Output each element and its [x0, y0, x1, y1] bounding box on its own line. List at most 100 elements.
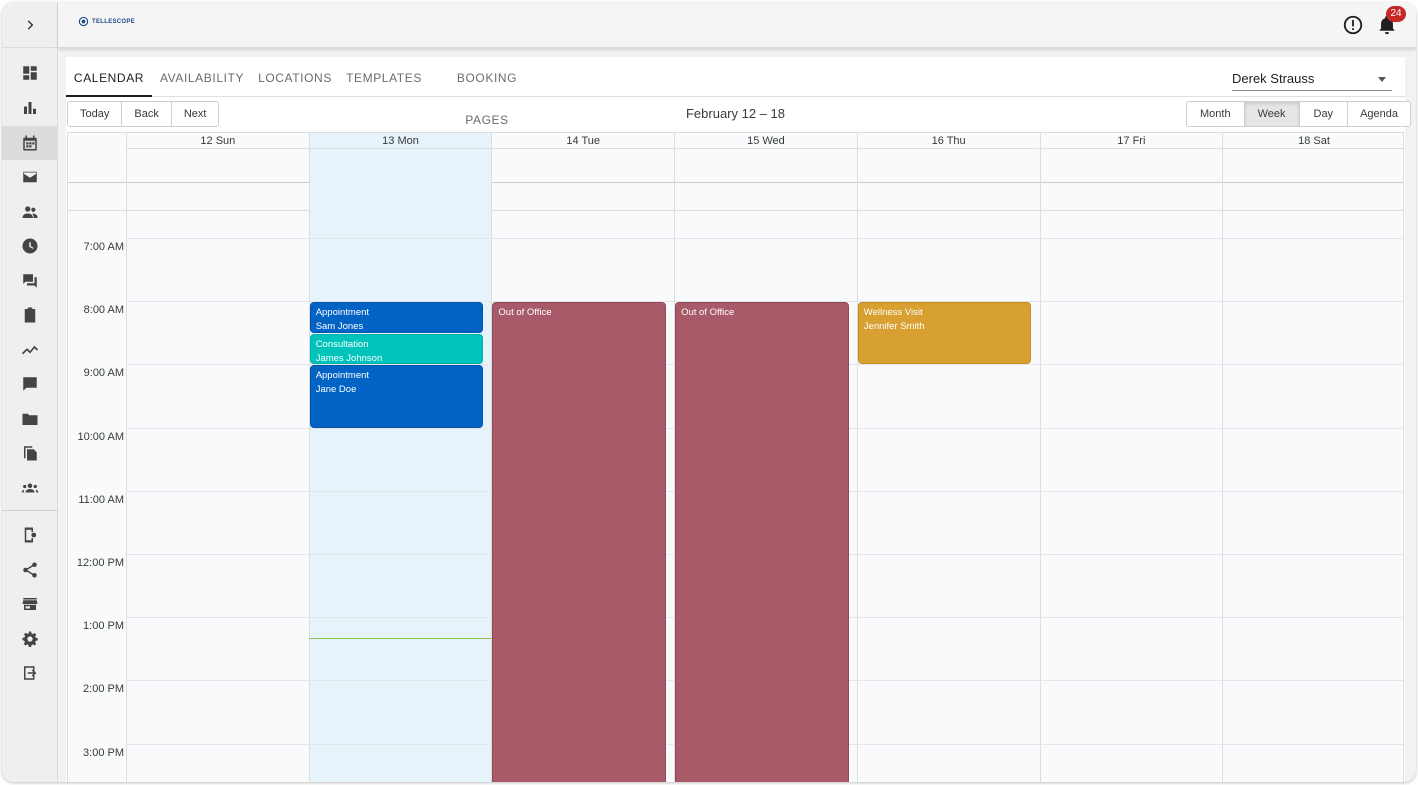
back-button[interactable]: Back — [122, 102, 172, 126]
clipboard-icon — [24, 307, 36, 323]
calendar-event[interactable]: Out of Office — [675, 302, 849, 782]
tab-booking-pages[interactable]: BOOKING PAGES — [434, 57, 540, 127]
time-slot-label: 7:00 AM — [83, 241, 124, 253]
dashboard-icon — [23, 66, 37, 80]
time-slot-label: 11:00 AM — [78, 493, 124, 506]
sidebar-item-teams[interactable] — [2, 471, 58, 505]
sidebar-item-dashboard[interactable] — [2, 56, 58, 90]
clock-icon — [22, 238, 38, 254]
app-settings-icon — [24, 527, 37, 543]
sidebar-item-inbox[interactable] — [2, 160, 58, 194]
day-column-4[interactable] — [856, 183, 1040, 782]
day-column-0[interactable] — [126, 183, 309, 782]
tab-availability[interactable]: AVAILABILITY — [156, 57, 248, 97]
day-column-1[interactable] — [308, 183, 492, 782]
day-header-label: 15 Wed — [675, 133, 857, 149]
sidebar-item-documents[interactable] — [2, 436, 58, 470]
event-title: Wellness Visit — [863, 307, 923, 319]
day-header-label: 16 Thu — [857, 133, 1040, 149]
sidebar-item-analytics[interactable] — [2, 91, 58, 125]
time-slot-label: 10:00 AM — [77, 430, 124, 443]
hour-gridline — [126, 238, 1403, 239]
day-header-2[interactable]: 14 Tue — [491, 133, 675, 183]
tab-bar: CALENDAR AVAILABILITY LOCATIONS TEMPLATE… — [66, 57, 1405, 127]
logout-icon — [24, 666, 37, 680]
month-view-button[interactable]: Month — [1187, 102, 1245, 126]
calendar-event[interactable]: Appointment Sam Jones — [309, 302, 484, 333]
sidebar-item-chats[interactable] — [2, 367, 58, 401]
time-slot-label: 2:00 PM — [83, 683, 124, 696]
view-button-group: Month Week Day Agenda — [1186, 101, 1411, 127]
day-column-6[interactable] — [1222, 183, 1403, 782]
calendar-event[interactable]: Consultation James Johnson — [309, 333, 484, 365]
day-header-4[interactable]: 16 Thu — [856, 133, 1040, 183]
calendar-toolbar: Today Back Next February 12 – 18 Month W… — [66, 101, 1411, 127]
next-button[interactable]: Next — [172, 102, 219, 126]
alert-icon[interactable] — [1342, 14, 1364, 36]
time-slot-label: 1:00 PM — [83, 620, 124, 633]
today-button[interactable]: Today — [68, 102, 123, 126]
logo-text: TELLESCOPE — [92, 18, 136, 25]
sidebar-toggle-button[interactable] — [2, 2, 58, 48]
file-copy-icon — [24, 446, 37, 461]
sidebar-item-forms[interactable] — [2, 298, 58, 332]
sidebar-item-contacts[interactable] — [2, 195, 58, 229]
sidebar-item-history[interactable] — [2, 229, 58, 263]
event-title: Out of Office — [498, 307, 552, 319]
tellescope-logo[interactable]: TELLESCOPE — [78, 16, 135, 27]
top-bar: TELLESCOPE 24 — [58, 2, 1416, 48]
people-icon — [22, 206, 38, 218]
sidebar-item-store[interactable] — [2, 587, 58, 621]
sidebar-item-journeys[interactable] — [2, 333, 58, 367]
chat-icon — [23, 377, 37, 391]
user-select-value: Derek Strauss — [1232, 71, 1315, 86]
chevron-right-icon — [27, 19, 34, 30]
sidebar-item-calendar[interactable] — [2, 126, 58, 160]
calendar-event[interactable]: Wellness Visit Jennifer Smith — [857, 302, 1032, 365]
forum-icon — [23, 274, 37, 288]
event-attendee: James Johnson — [315, 352, 383, 364]
tab-locations[interactable]: LOCATIONS — [256, 57, 334, 97]
time-slot-label: 8:00 AM — [83, 304, 124, 317]
day-view-button[interactable]: Day — [1300, 102, 1349, 126]
share-icon — [23, 562, 37, 578]
time-slot-label: 3:00 PM — [83, 746, 124, 759]
sidebar — [2, 2, 58, 782]
event-attendee: Jennifer Smith — [863, 321, 925, 333]
folder-icon — [22, 413, 38, 425]
sidebar-item-files[interactable] — [2, 402, 58, 436]
trend-icon — [21, 345, 39, 355]
calendar-event[interactable]: Out of Office — [492, 302, 667, 782]
navigation-button-group: Today Back Next — [67, 101, 220, 127]
gear-icon — [22, 631, 38, 647]
current-time-indicator — [308, 638, 492, 640]
tab-templates[interactable]: TEMPLATES — [344, 57, 424, 97]
event-attendee: Sam Jones — [315, 321, 364, 333]
day-header-5[interactable]: 17 Fri — [1039, 133, 1223, 183]
sidebar-item-app-settings[interactable] — [2, 518, 58, 552]
day-column-5[interactable] — [1039, 183, 1223, 782]
sidebar-item-forums[interactable] — [2, 264, 58, 298]
week-calendar-grid: 12 Sun 13 Mon 14 Tue 15 Wed 16 Thu 17 Fri 18 S… — [67, 132, 1404, 782]
day-header-0[interactable]: 12 Sun — [126, 133, 309, 183]
event-attendee: Jane Doe — [315, 384, 357, 396]
week-view-button[interactable]: Week — [1244, 102, 1300, 126]
day-header-label: 17 Fri — [1040, 133, 1223, 149]
agenda-view-button[interactable]: Agenda — [1348, 102, 1410, 126]
calendar-event[interactable]: Appointment Jane Doe — [309, 365, 484, 428]
dropdown-caret-icon — [1378, 77, 1386, 82]
mail-icon — [23, 171, 37, 183]
sidebar-item-share[interactable] — [2, 553, 58, 587]
event-title: Appointment — [315, 370, 370, 382]
sidebar-item-settings[interactable] — [2, 622, 58, 656]
day-header-3[interactable]: 15 Wed — [674, 133, 857, 183]
day-header-1[interactable]: 13 Mon — [308, 133, 492, 183]
event-title: Out of Office — [681, 307, 735, 319]
tab-calendar[interactable]: CALENDAR — [66, 57, 152, 97]
event-title: Consultation — [315, 338, 369, 350]
user-select[interactable]: Derek Strauss — [1232, 67, 1392, 91]
day-header-6[interactable]: 18 Sat — [1222, 133, 1403, 183]
sidebar-item-logout[interactable] — [2, 656, 58, 690]
store-icon — [22, 598, 38, 610]
day-header-label: 14 Tue — [492, 133, 675, 149]
